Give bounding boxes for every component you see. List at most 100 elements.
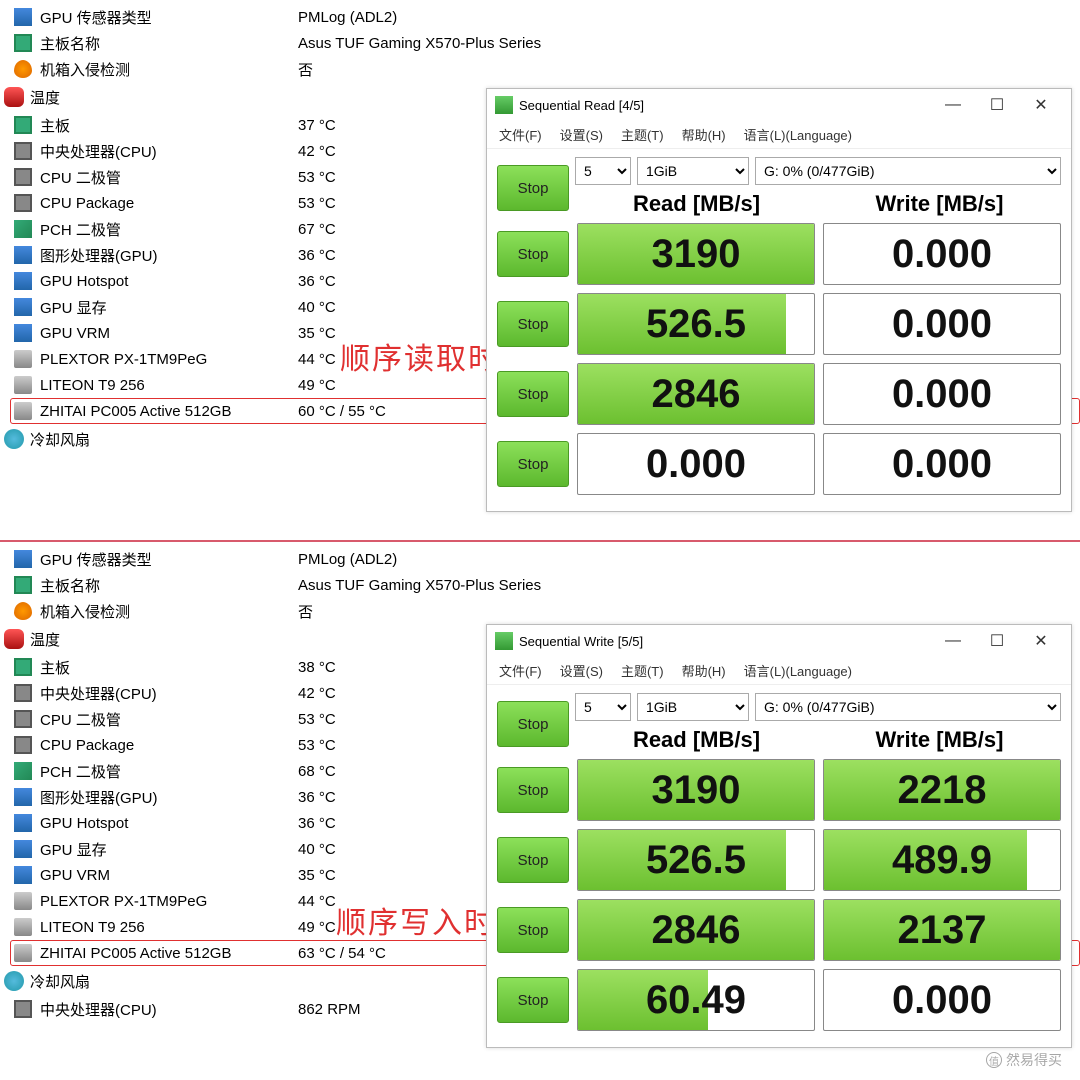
size-select[interactable]: 1GiB bbox=[637, 157, 749, 185]
menu-item[interactable]: 主题(T) bbox=[621, 125, 664, 144]
bench-row: Stop 526.5 0.000 bbox=[497, 293, 1061, 355]
info-value: 40 °C bbox=[298, 299, 336, 316]
ic-gpu-icon bbox=[14, 324, 32, 342]
bench-row: Stop 0.000 0.000 bbox=[497, 433, 1061, 495]
bench-row: Stop 3190 2218 bbox=[497, 759, 1061, 821]
runs-select[interactable]: 5 bbox=[575, 693, 631, 721]
info-label: 机箱入侵检测 bbox=[40, 601, 298, 622]
info-label: 主板 bbox=[40, 115, 298, 136]
menu-item[interactable]: 文件(F) bbox=[499, 661, 542, 680]
read-value: 2846 bbox=[577, 363, 815, 425]
read-value: 526.5 bbox=[577, 829, 815, 891]
read-value: 60.49 bbox=[577, 969, 815, 1031]
info-label: GPU Hotspot bbox=[40, 273, 298, 290]
ic-cpu-icon bbox=[14, 194, 32, 212]
menu-item[interactable]: 语言(L)(Language) bbox=[744, 125, 852, 144]
menu-item[interactable]: 文件(F) bbox=[499, 125, 542, 144]
info-label: 主板名称 bbox=[40, 575, 298, 596]
stop-button[interactable]: Stop bbox=[497, 165, 569, 211]
bench-row: Stop 526.5 489.9 bbox=[497, 829, 1061, 891]
write-value: 0.000 bbox=[823, 969, 1061, 1031]
watermark-icon: 值 bbox=[986, 1052, 1002, 1068]
info-value: 35 °C bbox=[298, 867, 336, 884]
read-header: Read [MB/s] bbox=[575, 727, 818, 753]
close-button[interactable]: ✕ bbox=[1019, 631, 1063, 651]
info-label: 中央处理器(CPU) bbox=[40, 683, 298, 704]
info-value: 68 °C bbox=[298, 763, 336, 780]
minimize-button[interactable]: — bbox=[931, 632, 975, 650]
info-value: 53 °C bbox=[298, 737, 336, 754]
stop-button[interactable]: Stop bbox=[497, 977, 569, 1023]
info-label: GPU 显存 bbox=[40, 839, 298, 860]
stop-button[interactable]: Stop bbox=[497, 301, 569, 347]
stop-button[interactable]: Stop bbox=[497, 441, 569, 487]
info-label: PLEXTOR PX-1TM9PeG bbox=[40, 351, 298, 368]
info-label: GPU 传感器类型 bbox=[40, 549, 298, 570]
stop-button[interactable]: Stop bbox=[497, 701, 569, 747]
info-label: 主板名称 bbox=[40, 33, 298, 54]
ic-gpu-icon bbox=[14, 272, 32, 290]
ic-cpu-icon bbox=[14, 684, 32, 702]
ic-mb-icon bbox=[14, 658, 32, 676]
info-value: 38 °C bbox=[298, 659, 336, 676]
info-label: ZHITAI PC005 Active 512GB bbox=[40, 945, 298, 962]
ic-gpu-icon bbox=[14, 8, 32, 26]
ic-cpu-icon bbox=[14, 142, 32, 160]
menu-item[interactable]: 帮助(H) bbox=[682, 661, 726, 680]
runs-select[interactable]: 5 bbox=[575, 157, 631, 185]
menu-item[interactable]: 设置(S) bbox=[560, 661, 603, 680]
info-value: 44 °C bbox=[298, 893, 336, 910]
window-title: Sequential Read [4/5] bbox=[519, 98, 931, 113]
close-button[interactable]: ✕ bbox=[1019, 95, 1063, 115]
ic-mb-icon bbox=[14, 576, 32, 594]
menu-item[interactable]: 设置(S) bbox=[560, 125, 603, 144]
bench-row: Stop 2846 2137 bbox=[497, 899, 1061, 961]
bench-row: Stop 3190 0.000 bbox=[497, 223, 1061, 285]
window-title: Sequential Write [5/5] bbox=[519, 634, 931, 649]
drive-select[interactable]: G: 0% (0/477GiB) bbox=[755, 693, 1061, 721]
info-row: 机箱入侵检测 否 bbox=[14, 56, 1080, 82]
bench-row: Stop 60.49 0.000 bbox=[497, 969, 1061, 1031]
stop-button[interactable]: Stop bbox=[497, 907, 569, 953]
minimize-button[interactable]: — bbox=[931, 96, 975, 114]
drive-select[interactable]: G: 0% (0/477GiB) bbox=[755, 157, 1061, 185]
maximize-button[interactable]: ☐ bbox=[975, 95, 1019, 115]
ic-gpu-icon bbox=[14, 246, 32, 264]
ic-gpu-icon bbox=[14, 866, 32, 884]
maximize-button[interactable]: ☐ bbox=[975, 631, 1019, 651]
info-label: PLEXTOR PX-1TM9PeG bbox=[40, 893, 298, 910]
cdm-window-read: Sequential Read [4/5] — ☐ ✕ 文件(F) 设置(S) 主题… bbox=[486, 88, 1072, 512]
ic-shield-icon bbox=[14, 60, 32, 78]
menu-item[interactable]: 主题(T) bbox=[621, 661, 664, 680]
stop-button[interactable]: Stop bbox=[497, 231, 569, 277]
info-value: 否 bbox=[298, 601, 313, 622]
section-label: 温度 bbox=[30, 87, 60, 108]
read-header: Read [MB/s] bbox=[575, 191, 818, 217]
size-select[interactable]: 1GiB bbox=[637, 693, 749, 721]
info-value: 否 bbox=[298, 59, 313, 80]
stop-button[interactable]: Stop bbox=[497, 767, 569, 813]
ic-gpu-icon bbox=[14, 788, 32, 806]
info-value: 36 °C bbox=[298, 273, 336, 290]
ic-disk-icon bbox=[14, 402, 32, 420]
info-row: 机箱入侵检测 否 bbox=[14, 598, 1080, 624]
info-value: 37 °C bbox=[298, 117, 336, 134]
stop-button[interactable]: Stop bbox=[497, 371, 569, 417]
info-label: GPU VRM bbox=[40, 325, 298, 342]
info-label: CPU 二极管 bbox=[40, 167, 298, 188]
info-label: GPU 显存 bbox=[40, 297, 298, 318]
info-value: 36 °C bbox=[298, 789, 336, 806]
stop-button[interactable]: Stop bbox=[497, 837, 569, 883]
info-value: 49 °C bbox=[298, 377, 336, 394]
window-titlebar[interactable]: Sequential Read [4/5] — ☐ ✕ bbox=[487, 89, 1071, 121]
menu-item[interactable]: 帮助(H) bbox=[682, 125, 726, 144]
info-value: 53 °C bbox=[298, 711, 336, 728]
info-label: 图形处理器(GPU) bbox=[40, 245, 298, 266]
section-label: 冷却风扇 bbox=[30, 971, 90, 992]
info-label: 图形处理器(GPU) bbox=[40, 787, 298, 808]
window-titlebar[interactable]: Sequential Write [5/5] — ☐ ✕ bbox=[487, 625, 1071, 657]
read-value: 0.000 bbox=[577, 433, 815, 495]
info-value: 35 °C bbox=[298, 325, 336, 342]
read-value: 3190 bbox=[577, 223, 815, 285]
menu-item[interactable]: 语言(L)(Language) bbox=[744, 661, 852, 680]
